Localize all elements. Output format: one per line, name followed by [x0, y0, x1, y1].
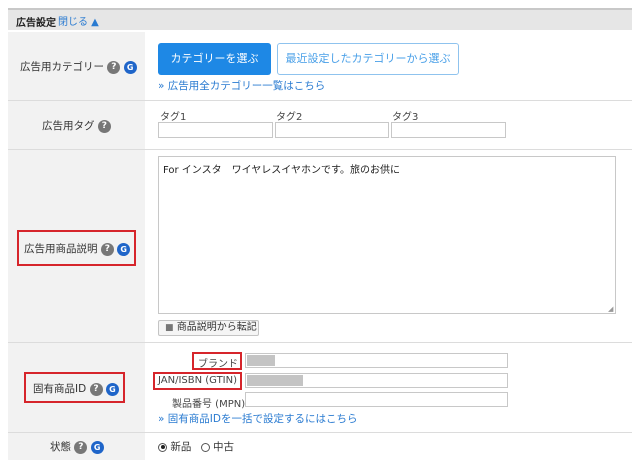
copy-icon: ■	[165, 323, 174, 333]
product-id-label-group: 固有商品ID ? G	[33, 381, 119, 396]
tag3-input[interactable]	[391, 122, 506, 138]
category-label-group: 広告用カテゴリー ? G	[20, 59, 137, 74]
bulk-product-id-link[interactable]: » 固有商品IDを一括で設定するにはこちら	[158, 411, 357, 426]
description-label: 広告用商品説明	[24, 243, 98, 255]
mpn-input[interactable]	[245, 392, 508, 407]
copy-from-description-button[interactable]: ■ 商品説明から転記	[158, 320, 259, 336]
help-icon[interactable]: ?	[89, 382, 103, 396]
google-icon: G	[117, 242, 131, 256]
category-label: 広告用カテゴリー	[20, 61, 104, 73]
condition-label: 状態	[50, 441, 71, 453]
all-categories-link[interactable]: » 広告用全カテゴリー一覧はこちら	[158, 78, 325, 93]
row-divider	[8, 149, 632, 150]
google-icon: G	[90, 440, 104, 454]
brand-input[interactable]	[245, 353, 508, 368]
row-divider	[8, 342, 632, 343]
resize-handle-icon[interactable]: ◢	[608, 306, 615, 313]
brand-label: ブランド	[198, 359, 238, 370]
google-icon: G	[105, 382, 119, 396]
description-textarea[interactable]: For インスタ ワイヤレスイヤホンです。旅のお供に	[158, 156, 616, 314]
row-divider	[8, 100, 632, 101]
tag3-label: タグ3	[392, 112, 419, 123]
condition-option-new[interactable]: 新品	[158, 441, 195, 453]
tag-label: 広告用タグ	[42, 120, 95, 132]
jan-input[interactable]	[245, 373, 508, 388]
help-icon[interactable]: ?	[107, 60, 121, 74]
radio-checked-icon[interactable]	[158, 442, 167, 452]
condition-used-label: 中古	[213, 441, 235, 453]
recent-category-button[interactable]: 最近設定したカテゴリーから選ぶ	[277, 43, 459, 75]
tag1-input[interactable]	[158, 122, 273, 138]
condition-radio-group: 新品 中古	[158, 439, 234, 454]
tag1-label: タグ1	[160, 112, 187, 123]
condition-option-used[interactable]: 中古	[200, 441, 235, 453]
condition-new-label: 新品	[170, 441, 192, 453]
select-category-button[interactable]: カテゴリーを選ぶ	[158, 43, 271, 75]
condition-label-group: 状態 ? G	[50, 439, 104, 454]
brand-value-redacted	[247, 355, 275, 366]
product-id-label: 固有商品ID	[33, 383, 87, 395]
radio-unchecked-icon[interactable]	[200, 442, 210, 452]
help-icon[interactable]: ?	[100, 242, 114, 256]
row-divider	[8, 432, 632, 433]
jan-label: JAN/ISBN (GTIN)	[158, 375, 238, 386]
tag2-input[interactable]	[275, 122, 389, 138]
close-toggle-link[interactable]: 閉じる ▲	[58, 13, 99, 28]
copy-button-label: 商品説明から転記	[176, 322, 257, 333]
mpn-label: 製品番号 (MPN)	[172, 399, 246, 410]
ad-settings-header: 広告設定 閉じる ▲	[8, 8, 632, 30]
description-label-group: 広告用商品説明 ? G	[24, 241, 131, 256]
ad-settings-title: 広告設定	[16, 18, 56, 29]
google-icon: G	[123, 60, 137, 74]
jan-value-redacted	[247, 375, 303, 386]
help-icon[interactable]: ?	[97, 119, 111, 133]
help-icon[interactable]: ?	[74, 440, 88, 454]
tag-label-group: 広告用タグ ?	[42, 118, 111, 133]
tag2-label: タグ2	[276, 112, 303, 123]
